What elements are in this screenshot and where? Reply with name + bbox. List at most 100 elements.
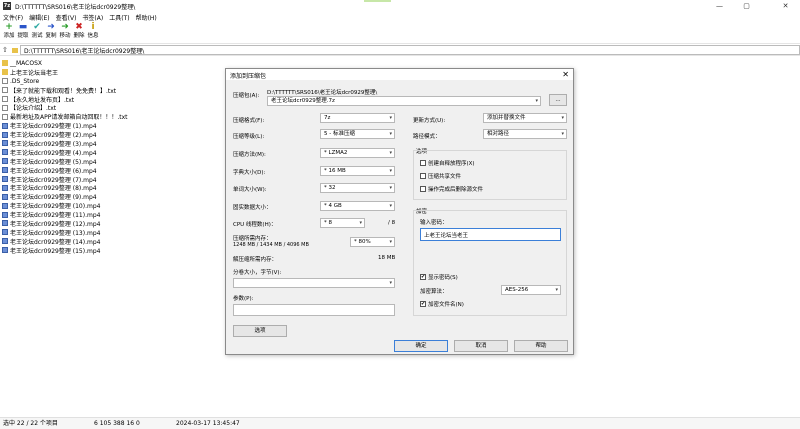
decomp-label: 解压缩所需内存： xyxy=(233,257,278,263)
file-name: 【来了就能下载和观看！免免费！】.txt xyxy=(10,87,117,95)
word-select[interactable]: * 32 ▾ xyxy=(320,183,395,193)
file-row[interactable]: 【论坛介绍】.txt xyxy=(2,103,222,112)
params-input[interactable] xyxy=(233,304,395,316)
toolbar-label: 信息 xyxy=(87,33,99,39)
file-name: 老王论坛dcr0929整理 (14).mp4 xyxy=(10,238,101,246)
method-select[interactable]: * LZMA2 ▾ xyxy=(320,148,395,158)
solid-select[interactable]: * 4 GB ▾ xyxy=(320,201,395,211)
dialog-close-button[interactable]: ✕ xyxy=(562,69,569,80)
move-button[interactable]: ➜ 移动 xyxy=(58,22,72,43)
shared-checkbox[interactable]: 压缩共享文件 xyxy=(420,172,461,180)
file-name: 【论坛介绍】.txt xyxy=(10,105,57,113)
status-bar: 选中 22 / 22 个项目 6 105 388 16 0 2024-03-17… xyxy=(0,417,800,429)
file-row[interactable]: 【来了就能下载和观看！免免费！】.txt xyxy=(2,86,222,95)
menu-edit[interactable]: 编辑(E) xyxy=(29,13,49,22)
chevron-down-icon: ▾ xyxy=(555,287,558,293)
file-row[interactable]: 上老王论坛当老王 xyxy=(2,68,222,77)
video-file-icon xyxy=(2,211,8,218)
file-row[interactable]: 老王论坛dcr0929整理 (12).mp4 xyxy=(2,219,222,228)
level-label: 压缩等级(L): xyxy=(233,134,265,140)
menu-bookmarks[interactable]: 书签(A) xyxy=(82,13,103,22)
menu-tools[interactable]: 工具(T) xyxy=(109,13,129,22)
file-row[interactable]: 最新地址及APP请发邮箱自动回取！！！.txt xyxy=(2,112,222,121)
level-select[interactable]: 5 - 标准压缩 ▾ xyxy=(320,129,395,139)
format-value: 7z xyxy=(324,115,331,121)
delete-after-checkbox[interactable]: 操作完成后删除源文件 xyxy=(420,185,483,193)
video-file-icon xyxy=(2,158,8,165)
file-name: .DS_Store xyxy=(10,77,40,85)
file-row[interactable]: 老王论坛dcr0929整理 (9).mp4 xyxy=(2,192,222,201)
extract-button[interactable]: ▬ 提取 xyxy=(16,22,30,43)
menu-file[interactable]: 文件(F) xyxy=(3,13,23,22)
menu-help[interactable]: 帮助(H) xyxy=(136,13,157,22)
browse-button[interactable]: ... xyxy=(549,94,567,106)
status-size: 6 105 388 16 0 xyxy=(94,420,140,427)
file-row[interactable]: 老王论坛dcr0929整理 (7).mp4 xyxy=(2,175,222,184)
show-password-label: 显示密码(S) xyxy=(428,275,458,281)
method-label: 压缩方法(M): xyxy=(233,152,266,158)
checkbox-box xyxy=(420,186,426,192)
cancel-button[interactable]: 取消 xyxy=(454,340,508,352)
delete-button[interactable]: ✖ 删除 xyxy=(72,22,86,43)
file-row[interactable]: 老王论坛dcr0929整理 (13).mp4 xyxy=(2,228,222,237)
password-input[interactable] xyxy=(420,228,561,241)
file-name: 老王论坛dcr0929整理 (1).mp4 xyxy=(10,123,97,131)
file-row[interactable]: 老王论坛dcr0929整理 (2).mp4 xyxy=(2,130,222,139)
up-folder-icon[interactable]: ⇧ xyxy=(0,46,10,54)
options-button[interactable]: 选项 xyxy=(233,325,287,337)
file-row[interactable]: 老王论坛dcr0929整理 (1).mp4 xyxy=(2,121,222,130)
minimize-button[interactable]: — xyxy=(706,0,733,12)
copy-button[interactable]: ➜ 复制 xyxy=(44,22,58,43)
format-select[interactable]: 7z ▾ xyxy=(320,113,395,123)
add-button[interactable]: + 添加 xyxy=(2,22,16,43)
archive-name-combo[interactable]: 老王论坛dcr0929整理.7z ▾ xyxy=(267,96,541,106)
ok-button[interactable]: 确定 xyxy=(394,340,448,352)
file-name: 老王论坛dcr0929整理 (7).mp4 xyxy=(10,176,97,184)
help-button[interactable]: 帮助 xyxy=(514,340,568,352)
file-row[interactable]: 老王论坛dcr0929整理 (14).mp4 xyxy=(2,237,222,246)
chevron-down-icon: ▾ xyxy=(389,280,392,286)
file-name: 老王论坛dcr0929整理 (4).mp4 xyxy=(10,149,97,157)
encrypt-names-checkbox[interactable]: ✔ 加密文件名(N) xyxy=(420,300,464,308)
threads-select[interactable]: * 8 ▾ xyxy=(320,218,365,228)
address-bar: ⇧ xyxy=(0,45,800,56)
video-file-icon xyxy=(2,202,8,209)
enc-method-value: AES-256 xyxy=(505,287,529,293)
sfx-checkbox[interactable]: 创建自释放程序(X) xyxy=(420,159,475,167)
mem-select[interactable]: * 80% ▾ xyxy=(350,237,395,247)
enc-method-label: 加密算法： xyxy=(420,289,448,295)
folder-icon xyxy=(11,47,18,53)
threads-label: CPU 线程数(H)： xyxy=(233,222,277,228)
file-row[interactable]: 老王论坛dcr0929整理 (11).mp4 xyxy=(2,210,222,219)
info-button[interactable]: i 信息 xyxy=(86,22,100,43)
move-icon: ➜ xyxy=(61,22,69,32)
dict-select[interactable]: * 16 MB ▾ xyxy=(320,166,395,176)
file-row[interactable]: .DS_Store xyxy=(2,77,222,86)
file-row[interactable]: 老王论坛dcr0929整理 (8).mp4 xyxy=(2,183,222,192)
file-row[interactable]: 【永久地址发布页】.txt xyxy=(2,95,222,104)
toolbar-label: 复制 xyxy=(45,33,57,39)
file-row[interactable]: 老王论坛dcr0929整理 (6).mp4 xyxy=(2,166,222,175)
close-button[interactable]: ✕ xyxy=(772,0,799,12)
show-password-checkbox[interactable]: ✔ 显示密码(S) xyxy=(420,273,458,281)
file-row[interactable]: 老王论坛dcr0929整理 (5).mp4 xyxy=(2,157,222,166)
maximize-button[interactable]: ▢ xyxy=(733,0,760,12)
test-button[interactable]: ✔ 测试 xyxy=(30,22,44,43)
document-icon xyxy=(2,113,8,120)
address-input[interactable] xyxy=(19,45,800,55)
enc-method-select[interactable]: AES-256 ▾ xyxy=(501,285,561,295)
split-combo[interactable]: ▾ xyxy=(233,278,395,288)
file-row[interactable]: __MACOSX xyxy=(2,59,222,68)
file-name: 老王论坛dcr0929整理 (15).mp4 xyxy=(10,247,101,255)
file-row[interactable]: 老王论坛dcr0929整理 (15).mp4 xyxy=(2,246,222,255)
file-row[interactable]: 老王论坛dcr0929整理 (4).mp4 xyxy=(2,148,222,157)
folder-icon xyxy=(2,69,8,76)
file-row[interactable]: 老王论坛dcr0929整理 (10).mp4 xyxy=(2,201,222,210)
file-row[interactable]: 老王论坛dcr0929整理 (3).mp4 xyxy=(2,139,222,148)
mem-label: 压缩所需内存： xyxy=(233,236,272,242)
archive-dir: D:\TTTTTT\SRS016\老王论坛dcr0929整理\ xyxy=(267,90,378,96)
menu-view[interactable]: 查看(V) xyxy=(56,13,77,22)
update-select[interactable]: 添加并替换文件 ▾ xyxy=(483,113,567,123)
file-name: 老王论坛dcr0929整理 (9).mp4 xyxy=(10,194,97,202)
path-select[interactable]: 相对路径 ▾ xyxy=(483,129,567,139)
